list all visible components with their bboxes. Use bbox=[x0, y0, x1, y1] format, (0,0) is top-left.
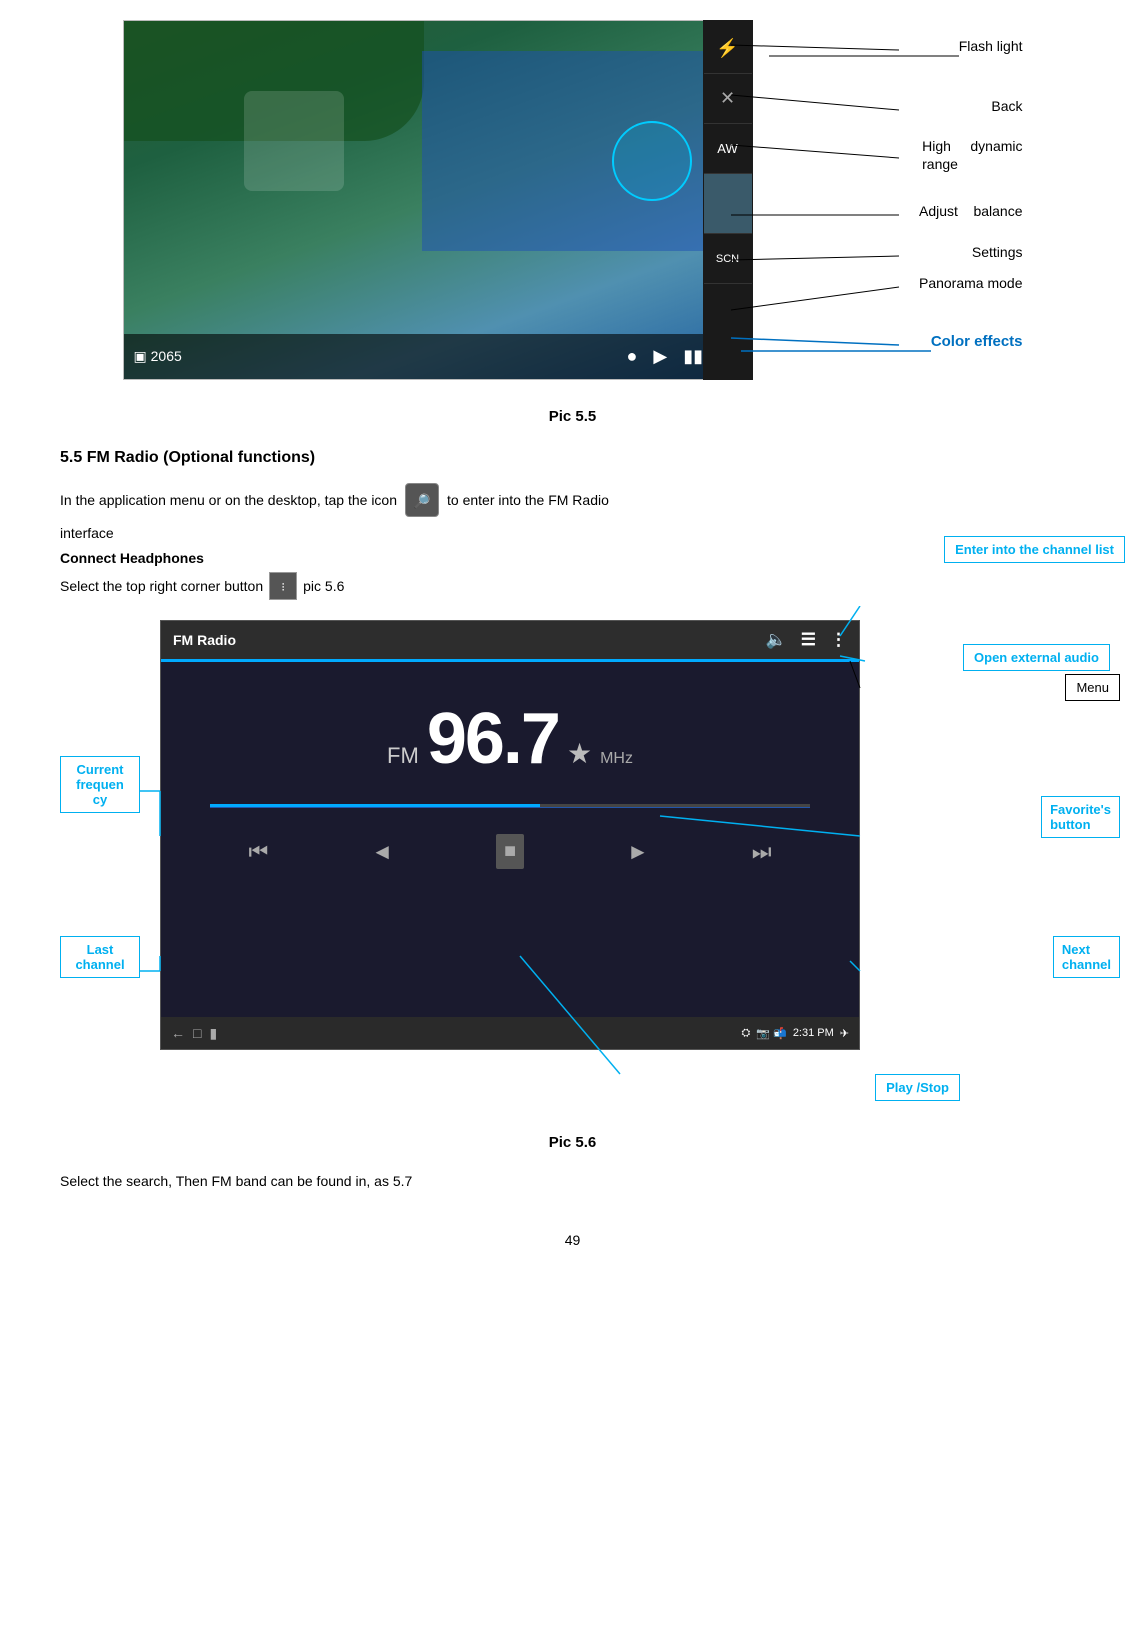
adjust-balance-label: Adjust balance bbox=[919, 203, 1023, 219]
back-label: Back bbox=[991, 98, 1022, 114]
flash-line bbox=[759, 46, 959, 66]
footer-search-text: Select the search, Then FM band can be f… bbox=[60, 1171, 1085, 1192]
back-nav-icon[interactable]: ← bbox=[171, 1025, 185, 1042]
status-icons: 📷 📬 bbox=[756, 1027, 786, 1040]
back-annotation: Back bbox=[991, 98, 1022, 116]
open-external-box: Open external audio bbox=[963, 644, 1110, 671]
fm-frequency: 96.7 bbox=[427, 698, 559, 780]
last-channel-box: Lastchannel bbox=[60, 936, 140, 978]
fm-title-bar: FM Radio 🔈 ☰ ⋮ bbox=[161, 621, 859, 659]
list-icon[interactable]: ☰ bbox=[801, 630, 816, 650]
grid-icon: ⁝ bbox=[269, 572, 297, 600]
high-range-annotation: High dynamic range bbox=[922, 138, 1022, 174]
scn-icon[interactable]: SCN bbox=[704, 234, 752, 284]
range-label: range bbox=[922, 156, 958, 172]
prev-icon[interactable]: ◄ bbox=[371, 839, 393, 865]
frame-counter: ▣ 2065 bbox=[134, 348, 182, 365]
close-icon[interactable]: ✕ bbox=[704, 74, 752, 124]
settings-label: Settings bbox=[972, 244, 1023, 260]
current-freq-box: Currentfrequency bbox=[60, 756, 140, 813]
flash-light-label: Flash light bbox=[959, 38, 1023, 54]
color-effects-line bbox=[731, 341, 931, 361]
camera-screenshot: ▣ 2065 ● ▶ ▮▮ 📷 SCN AW bbox=[123, 20, 753, 380]
more-icon[interactable]: ⋮ bbox=[830, 630, 847, 650]
panorama-label: Panorama mode bbox=[919, 275, 1023, 291]
home-icon[interactable]: □ bbox=[193, 1025, 201, 1042]
skip-forward-icon[interactable]: ⏭ bbox=[752, 839, 772, 865]
flash-icon[interactable]: ⚡ bbox=[704, 24, 752, 74]
pic-ref: pic 5.6 bbox=[303, 578, 344, 594]
page-number: 49 bbox=[60, 1232, 1085, 1248]
settings-status-icon: ⛭ bbox=[742, 1027, 751, 1040]
settings-annotation: Settings bbox=[972, 244, 1023, 262]
fm-screenshot: FM Radio 🔈 ☰ ⋮ FM 96.7 ★ MHz bbox=[160, 620, 860, 1050]
select-text: Select the top right corner button bbox=[60, 578, 263, 594]
aw-icon[interactable]: AW bbox=[704, 124, 752, 174]
thumbnails-area bbox=[704, 174, 752, 234]
status-time: 2:31 PM bbox=[793, 1027, 834, 1039]
section-heading: 5.5 FM Radio (Optional functions) bbox=[60, 449, 1085, 467]
speaker-icon[interactable]: 🔈 bbox=[766, 630, 787, 650]
fm-intro-line1: In the application menu or on the deskto… bbox=[60, 483, 1085, 517]
fm-select-row: Select the top right corner button ⁝ pic… bbox=[60, 572, 1085, 600]
pic56-caption: Pic 5.6 bbox=[60, 1134, 1085, 1151]
color-effects-label: Color effects bbox=[931, 333, 1023, 350]
signal-icon: ✈ bbox=[840, 1027, 849, 1040]
fm-app-icon: 🔎 bbox=[405, 483, 439, 517]
pic55-caption: Pic 5.5 bbox=[123, 408, 1023, 425]
next-channel-box: Nextchannel bbox=[1053, 936, 1120, 978]
fm-app-name: FM Radio bbox=[173, 632, 236, 648]
next-icon[interactable]: ► bbox=[627, 839, 649, 865]
connect-headphones: Connect Headphones bbox=[60, 550, 1085, 566]
fm-freq-display: FM 96.7 ★ MHz bbox=[387, 698, 633, 780]
fm-intro-line2: interface bbox=[60, 523, 1085, 544]
adjust-balance-annotation: Adjust balance bbox=[919, 203, 1023, 221]
enter-channel-box: Enter into the channel list bbox=[944, 536, 1125, 563]
fm-intro-block: In the application menu or on the deskto… bbox=[60, 483, 1085, 566]
flash-light-annotation: Flash light bbox=[959, 38, 1023, 56]
play-stop-box: Play /Stop bbox=[875, 1074, 960, 1101]
fm-label: FM bbox=[387, 743, 419, 769]
fm-main-content: FM 96.7 ★ MHz ⏮ ◄ ■ ► ⏭ bbox=[161, 662, 859, 903]
camera-side-panel: ⚡ ✕ AW SCN bbox=[703, 20, 753, 380]
menu-box: Menu bbox=[1065, 674, 1120, 701]
color-effects-annotation: Color effects bbox=[931, 333, 1023, 351]
favorites-box: Favorite'sbutton bbox=[1041, 796, 1120, 838]
fm-mhz: MHz bbox=[600, 750, 633, 768]
fm-status-bar: ← □ ▮ ⛭ 📷 📬 2:31 PM ✈ bbox=[161, 1017, 859, 1049]
panorama-annotation: Panorama mode bbox=[919, 275, 1023, 293]
fm-star: ★ bbox=[567, 737, 592, 770]
fm-screenshot-section: Currentfrequency Lastchannel FM Radio 🔈 … bbox=[60, 606, 1120, 1126]
fm-title-icons: 🔈 ☰ ⋮ bbox=[766, 630, 847, 650]
recents-icon[interactable]: ▮ bbox=[209, 1025, 217, 1042]
skip-back-icon[interactable]: ⏮ bbox=[248, 839, 268, 865]
high-dynamic-label: High dynamic bbox=[922, 138, 1022, 154]
fm-controls: ⏮ ◄ ■ ► ⏭ bbox=[177, 816, 843, 887]
stop-icon[interactable]: ■ bbox=[496, 834, 524, 869]
camera-section: ▣ 2065 ● ▶ ▮▮ 📷 SCN AW ⚡ ✕ AW SCN Flash … bbox=[123, 20, 1023, 400]
